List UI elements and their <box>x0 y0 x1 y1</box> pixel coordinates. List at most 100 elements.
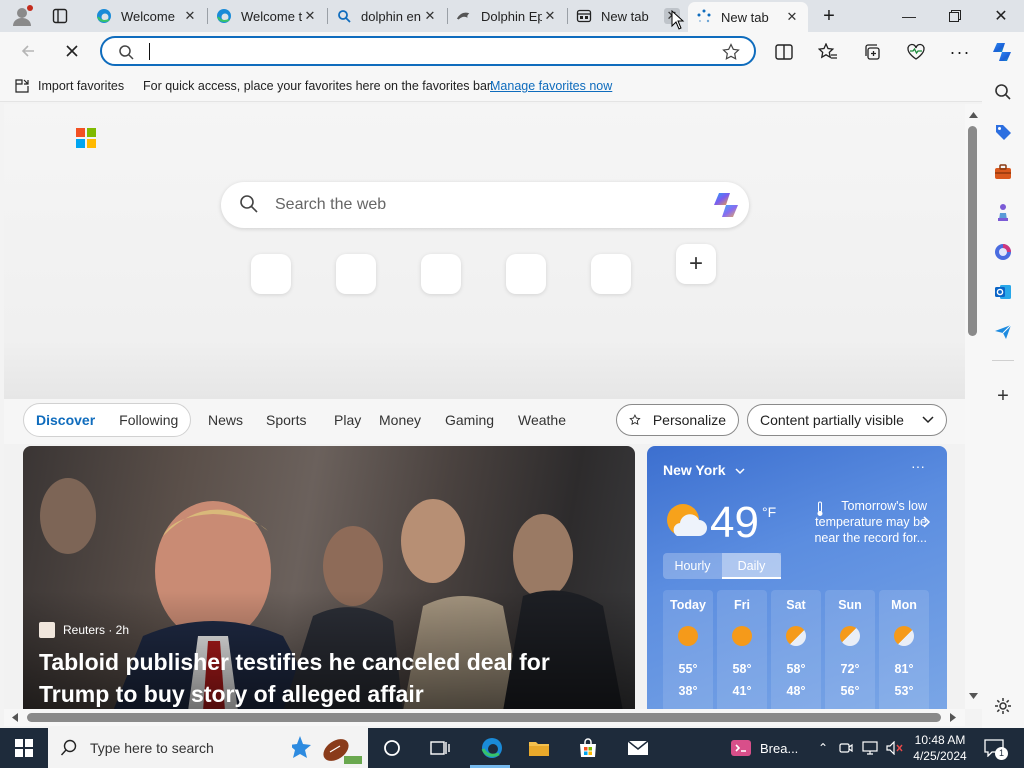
sidebar-outlook-button[interactable] <box>991 280 1015 304</box>
back-button[interactable] <box>14 38 42 64</box>
tab-following[interactable]: Following <box>119 412 178 428</box>
content-visibility-dropdown[interactable]: Content partially visible <box>747 404 947 436</box>
vertical-scrollbar[interactable] <box>965 104 982 709</box>
scroll-down-icon[interactable] <box>969 693 978 699</box>
volume-button[interactable] <box>884 736 906 760</box>
meet-now-button[interactable] <box>837 736 855 760</box>
news-headline[interactable]: Tabloid publisher testifies he canceled … <box>39 646 599 709</box>
feed-nav-money[interactable]: Money <box>379 412 421 428</box>
scroll-up-icon[interactable] <box>969 112 978 118</box>
close-tab-icon[interactable]: ✕ <box>542 8 558 24</box>
sidebar-add-button[interactable]: + <box>991 384 1015 408</box>
close-tab-icon[interactable]: ✕ <box>422 8 438 24</box>
feed-nav-sports[interactable]: Sports <box>266 412 306 428</box>
tab-actions-button[interactable] <box>47 4 73 28</box>
taskbar-edge-button[interactable] <box>478 736 506 760</box>
feed-nav-weather[interactable]: Weathe <box>518 412 566 428</box>
browser-essentials-button[interactable] <box>904 40 928 64</box>
show-hidden-icons-button[interactable]: ⌃ <box>815 736 831 760</box>
forecast-day[interactable]: Mon 81° 53° <box>879 590 929 709</box>
sidebar-microsoft365-button[interactable] <box>991 240 1015 264</box>
quick-link-tile[interactable] <box>251 254 291 294</box>
address-bar[interactable] <box>100 36 756 66</box>
close-tab-icon[interactable]: ✕ <box>784 9 800 25</box>
favorites-button[interactable] <box>816 40 840 64</box>
add-shortcut-button[interactable]: + <box>676 244 716 284</box>
tab-2[interactable]: dolphin en ✕ <box>328 3 446 29</box>
import-favorites-label: Import favorites <box>38 79 125 93</box>
news-card[interactable]: Reuters · 2h Tabloid publisher testifies… <box>23 446 635 709</box>
close-tab-icon[interactable]: ✕ <box>302 8 318 24</box>
split-screen-button[interactable] <box>772 40 796 64</box>
file-explorer-button[interactable] <box>527 736 551 760</box>
chevron-right-icon[interactable] <box>923 516 931 528</box>
taskbar-search-box[interactable]: Type here to search <box>48 728 368 768</box>
forecast-low: 53° <box>894 684 914 698</box>
quick-link-tile[interactable] <box>421 254 461 294</box>
network-button[interactable] <box>860 736 880 760</box>
copilot-button[interactable] <box>990 40 1014 64</box>
close-window-button[interactable]: ✕ <box>978 0 1024 32</box>
paper-plane-icon <box>995 324 1012 339</box>
sidebar-shopping-button[interactable] <box>991 120 1015 144</box>
tab-3[interactable]: Dolphin Ep ✕ <box>448 3 566 29</box>
taskbar-app-button[interactable]: Brea... <box>730 736 810 760</box>
forecast-day[interactable]: Fri 58° 41° <box>717 590 767 709</box>
web-search-box[interactable] <box>221 182 749 228</box>
quick-link-tile[interactable] <box>336 254 376 294</box>
minimize-button[interactable]: — <box>886 0 932 32</box>
horizontal-scroll-thumb[interactable] <box>27 713 941 722</box>
quick-link-tile[interactable] <box>506 254 546 294</box>
settings-more-button[interactable]: ··· <box>948 40 972 64</box>
feed-nav-play[interactable]: Play <box>334 412 361 428</box>
address-input[interactable] <box>148 43 708 61</box>
scroll-right-icon[interactable] <box>950 713 956 722</box>
weather-more-options-icon[interactable]: ··· <box>911 458 925 474</box>
start-button[interactable] <box>12 736 36 760</box>
cortana-button[interactable] <box>380 736 404 760</box>
forecast-day[interactable]: Sun 72° 56° <box>825 590 875 709</box>
copilot-icon[interactable] <box>711 190 741 220</box>
mail-button[interactable] <box>626 736 650 760</box>
star-add-favorite-icon[interactable] <box>722 43 740 61</box>
new-tab-button[interactable]: + <box>816 4 842 28</box>
forecast-day[interactable]: Sat 58° 48° <box>771 590 821 709</box>
stop-loading-button[interactable] <box>58 38 86 64</box>
feed-nav-news[interactable]: News <box>208 412 243 428</box>
stop-icon <box>66 45 78 57</box>
close-tab-icon[interactable]: ✕ <box>182 8 198 24</box>
hourly-toggle[interactable]: Hourly <box>663 553 722 579</box>
horizontal-scrollbar[interactable] <box>4 709 965 726</box>
restore-button[interactable] <box>932 0 978 32</box>
sidebar-settings-button[interactable] <box>991 694 1015 718</box>
weather-alert-note[interactable]: Tomorrow's low temperature may be near t… <box>799 498 927 546</box>
import-favorites-button[interactable]: Import favorites <box>14 78 124 94</box>
tab-discover[interactable]: Discover <box>36 412 95 428</box>
personalize-button[interactable]: Personalize <box>616 404 739 436</box>
news-source[interactable]: Reuters · 2h <box>39 622 129 638</box>
daily-toggle[interactable]: Daily <box>722 553 781 579</box>
forecast-day[interactable]: Today 55° 38° <box>663 590 713 709</box>
tab-4[interactable]: New tab ✕ <box>568 3 688 29</box>
sidebar-send-button[interactable] <box>991 320 1015 344</box>
manage-favorites-link[interactable]: Manage favorites now <box>490 79 612 93</box>
taskbar-clock[interactable]: 10:48 AM 4/25/2024 <box>912 732 968 764</box>
store-button[interactable] <box>576 736 600 760</box>
feed-nav-gaming[interactable]: Gaming <box>445 412 494 428</box>
collections-button[interactable] <box>860 40 884 64</box>
sidebar-games-button[interactable] <box>991 200 1015 224</box>
tab-0[interactable]: Welcome ✕ <box>88 3 206 29</box>
vertical-scroll-thumb[interactable] <box>968 126 977 336</box>
tab-1[interactable]: Welcome t ✕ <box>208 3 326 29</box>
task-view-button[interactable] <box>428 736 452 760</box>
sidebar-search-button[interactable] <box>991 80 1015 104</box>
quick-link-tile[interactable] <box>591 254 631 294</box>
profile-avatar[interactable] <box>9 4 35 28</box>
tab-5-active[interactable]: New tab ✕ <box>688 2 808 32</box>
weather-location-dropdown[interactable]: New York <box>663 462 745 478</box>
forecast-low: 41° <box>732 684 752 698</box>
sidebar-tools-button[interactable] <box>991 160 1015 184</box>
web-search-input[interactable] <box>275 195 695 215</box>
notifications-button[interactable]: 1 <box>982 736 1008 760</box>
scroll-left-icon[interactable] <box>12 713 18 722</box>
